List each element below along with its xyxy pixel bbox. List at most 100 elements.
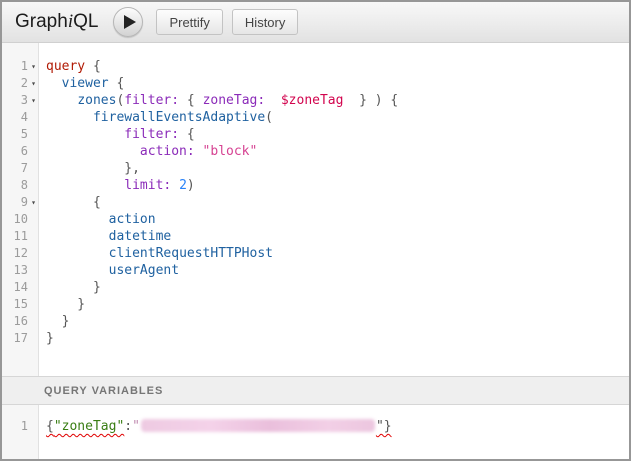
code-line: 13 userAgent	[2, 262, 629, 279]
line-number: 3	[2, 92, 28, 109]
variables-line-number: 1	[2, 418, 28, 435]
code-line: 3▾ zones(filter: { zoneTag: $zoneTag } )…	[2, 92, 629, 109]
token-pu: } ) {	[343, 93, 398, 108]
line-number: 12	[2, 245, 28, 262]
token-pu	[46, 93, 77, 108]
app-title-ql: QL	[73, 11, 98, 32]
query-variables-header[interactable]: QUERY VARIABLES	[2, 376, 629, 405]
variables-editor[interactable]: 1 {"zoneTag":""}	[2, 405, 629, 459]
fold-spacer	[28, 228, 39, 245]
token-p: action	[109, 212, 156, 227]
code-text: userAgent	[39, 262, 179, 279]
line-number: 11	[2, 228, 28, 245]
token-a: filter:	[124, 93, 179, 108]
line-number: 4	[2, 109, 28, 126]
token-pu: (	[265, 110, 273, 125]
code-line: 11 datetime	[2, 228, 629, 245]
code-line: 12 clientRequestHTTPHost	[2, 245, 629, 262]
fold-spacer	[28, 279, 39, 296]
line-number: 16	[2, 313, 28, 330]
json-colon: :	[124, 419, 132, 434]
token-a: zoneTag:	[203, 93, 266, 108]
token-pu: {	[179, 127, 195, 142]
token-p: userAgent	[109, 263, 179, 278]
token-pu: }	[46, 297, 85, 312]
code-text: query {	[39, 58, 101, 75]
fold-spacer	[28, 177, 39, 194]
token-a: action:	[140, 144, 195, 159]
code-line: 16 }	[2, 313, 629, 330]
code-text: }	[39, 296, 85, 313]
code-line: 14 }	[2, 279, 629, 296]
token-pu	[46, 76, 62, 91]
json-open-brace: {	[46, 419, 54, 434]
token-a: filter:	[124, 127, 179, 142]
fold-spacer	[28, 245, 39, 262]
code-line: 9▾ {	[2, 194, 629, 211]
fold-toggle-icon[interactable]: ▾	[28, 58, 39, 75]
fold-toggle-icon[interactable]: ▾	[28, 194, 39, 211]
line-number: 2	[2, 75, 28, 92]
code-text: limit: 2)	[39, 177, 195, 194]
prettify-button[interactable]: Prettify	[156, 9, 222, 35]
code-line: 7 },	[2, 160, 629, 177]
fold-spacer	[28, 296, 39, 313]
code-text: datetime	[39, 228, 171, 245]
line-number: 9	[2, 194, 28, 211]
execute-query-button[interactable]	[113, 7, 143, 37]
token-pu: }	[46, 280, 101, 295]
fold-spacer	[28, 109, 39, 126]
code-line: 6 action: "block"	[2, 143, 629, 160]
fold-toggle-icon[interactable]: ▾	[28, 92, 39, 109]
code-line: 1▾query {	[2, 58, 629, 75]
json-close-lint-underline: "}	[376, 419, 392, 434]
variables-line: 1 {"zoneTag":""}	[2, 418, 629, 435]
fold-spacer	[28, 126, 39, 143]
code-lines: 1▾query {2▾ viewer {3▾ zones(filter: { z…	[2, 58, 629, 347]
token-pu: )	[187, 178, 195, 193]
token-pu	[46, 110, 93, 125]
token-n: 2	[179, 178, 187, 193]
token-pu	[46, 212, 109, 227]
code-text: },	[39, 160, 140, 177]
token-p: zones	[77, 93, 116, 108]
graphiql-window: GraphiQL Prettify History 1▾query {2▾ vi…	[0, 0, 631, 461]
code-line: 8 limit: 2)	[2, 177, 629, 194]
fold-spacer	[28, 160, 39, 177]
token-pu	[46, 246, 109, 261]
app-title-graph: Graph	[15, 11, 68, 32]
query-editor[interactable]: 1▾query {2▾ viewer {3▾ zones(filter: { z…	[2, 43, 629, 376]
code-text: filter: {	[39, 126, 195, 143]
line-number: 8	[2, 177, 28, 194]
code-line: 4 firewallEventsAdaptive(	[2, 109, 629, 126]
token-pu: },	[46, 161, 140, 176]
line-number: 1	[2, 58, 28, 75]
code-text: zones(filter: { zoneTag: $zoneTag } ) {	[39, 92, 398, 109]
token-pu: {	[46, 195, 101, 210]
code-line: 10 action	[2, 211, 629, 228]
fold-toggle-icon[interactable]: ▾	[28, 75, 39, 92]
code-text: }	[39, 313, 69, 330]
redacted-zone-tag-value	[141, 419, 375, 432]
token-p: clientRequestHTTPHost	[109, 246, 273, 261]
line-number: 10	[2, 211, 28, 228]
token-k: query	[46, 59, 85, 74]
line-number: 13	[2, 262, 28, 279]
token-p: viewer	[62, 76, 109, 91]
toolbar: GraphiQL Prettify History	[2, 2, 629, 43]
line-number: 7	[2, 160, 28, 177]
token-p: firewallEventsAdaptive	[93, 110, 265, 125]
token-pu	[171, 178, 179, 193]
play-icon	[124, 15, 136, 29]
token-p: datetime	[109, 229, 172, 244]
history-button[interactable]: History	[232, 9, 298, 35]
line-number: 17	[2, 330, 28, 347]
json-close: "}	[376, 419, 392, 434]
query-variables-title: QUERY VARIABLES	[44, 385, 163, 397]
token-pu	[265, 93, 281, 108]
code-text: {	[39, 194, 101, 211]
token-pu	[46, 178, 124, 193]
token-pu	[46, 144, 140, 159]
fold-spacer	[28, 211, 39, 228]
token-pu	[46, 229, 109, 244]
